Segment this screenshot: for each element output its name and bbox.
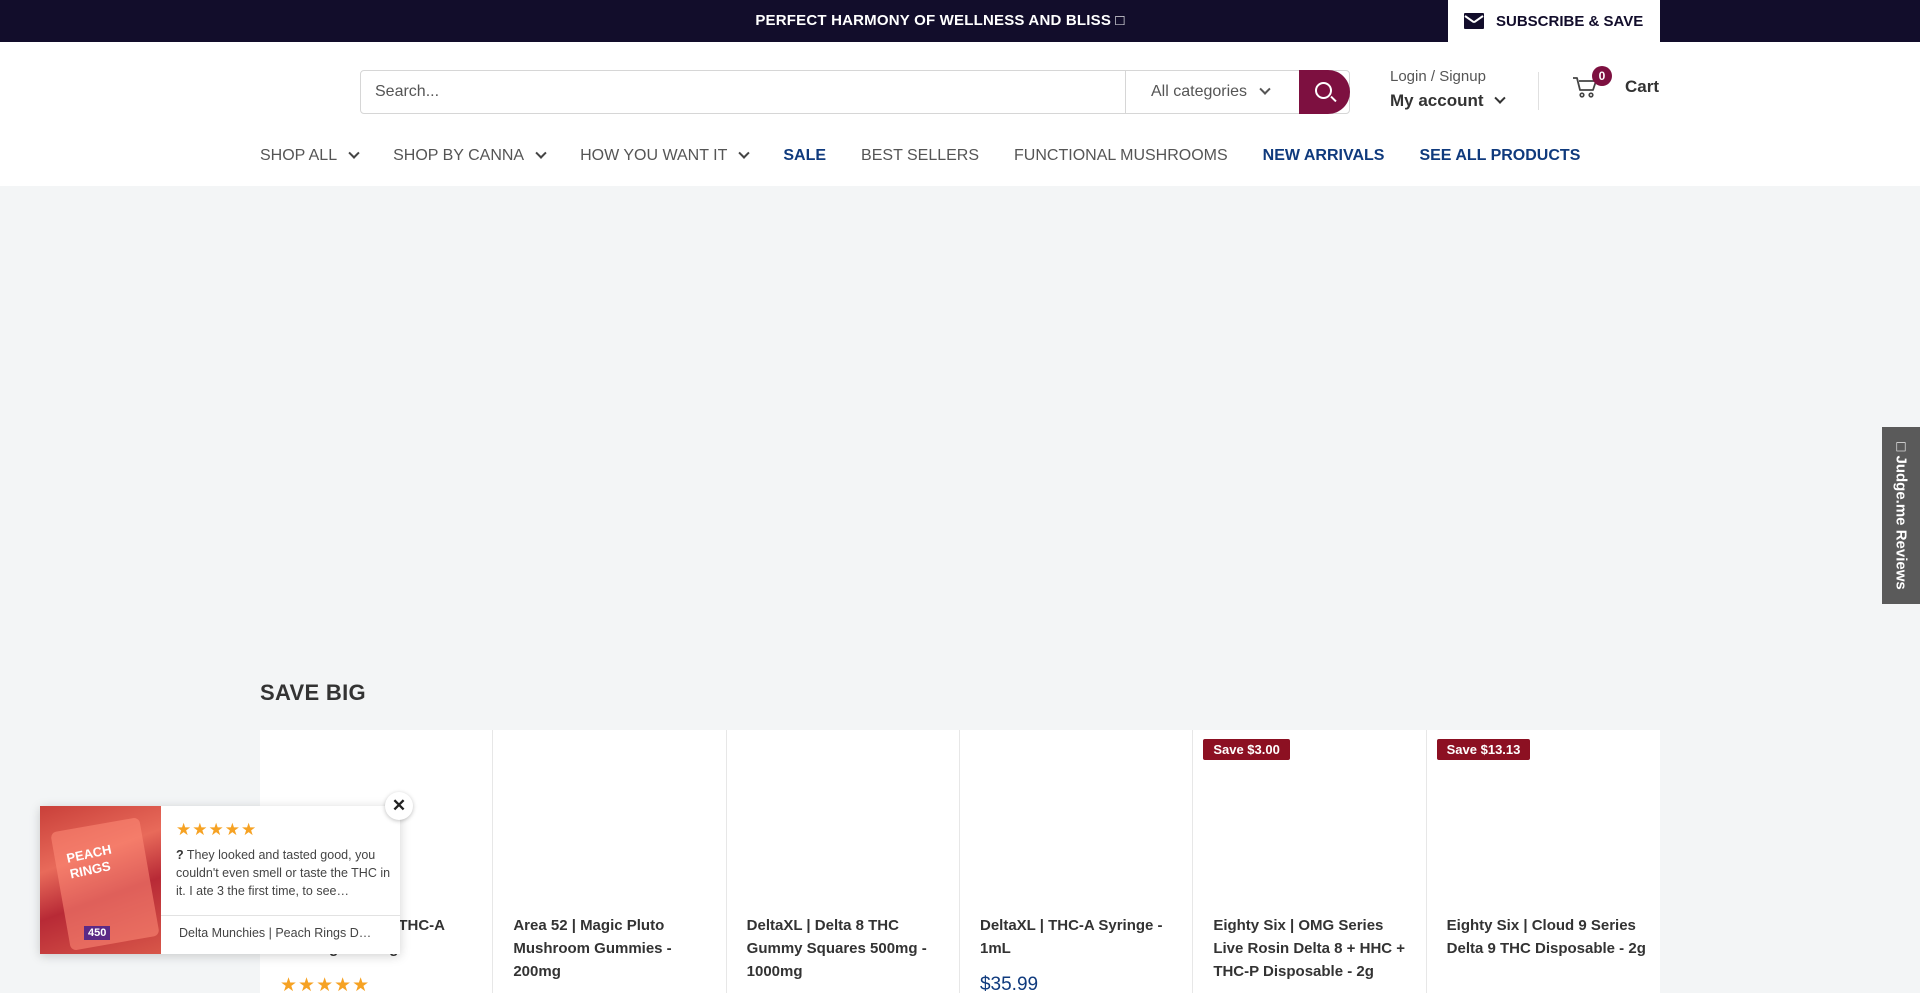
product-image-art: PEACH RINGS xyxy=(65,841,113,882)
envelope-icon xyxy=(1464,13,1484,29)
save-badge: Save $13.13 xyxy=(1436,739,1531,760)
nav-label: SEE ALL PRODUCTS xyxy=(1419,147,1581,164)
cart-label: Cart xyxy=(1625,77,1660,96)
review-product-link[interactable]: Delta Munchies | Peach Rings D… xyxy=(179,926,389,940)
chevron-down-icon xyxy=(738,147,751,159)
announcement-bar: PERFECT HARMONY OF WELLNESS AND BLISS □ … xyxy=(0,0,1920,42)
nav-label: SHOP ALL xyxy=(260,147,338,164)
nav-item-functional-mushrooms[interactable]: FUNCTIONAL MUSHROOMS xyxy=(1014,147,1228,165)
review-body: They looked and tasted good, you couldn'… xyxy=(176,848,391,898)
product-card[interactable]: DeltaXL | Delta 8 THC Gummy Squares 500m… xyxy=(727,730,960,993)
nav-item-new-arrivals[interactable]: NEW ARRIVALS xyxy=(1263,147,1385,165)
review-popup[interactable]: PEACH RINGS 450 ★★★★★ ? They looked and t… xyxy=(40,806,400,954)
chevron-down-icon xyxy=(535,147,547,159)
login-signup-link[interactable]: Login / Signup xyxy=(1390,68,1504,85)
nav-label: NEW ARRIVALS xyxy=(1262,147,1385,164)
review-product-image: PEACH RINGS 450 xyxy=(40,806,161,954)
my-account-dropdown[interactable]: My account xyxy=(1390,91,1506,111)
save-badge: Save $3.00 xyxy=(1203,739,1290,760)
review-divider xyxy=(161,915,400,916)
review-content: ★★★★★ ? They looked and tasted good, you… xyxy=(161,806,400,954)
cart-button[interactable]: 0 Cart xyxy=(1572,66,1660,98)
nav-item-how-you-want-it[interactable]: HOW YOU WANT IT xyxy=(580,147,751,165)
product-title[interactable]: DeltaXL | THC-A Syringe - 1mL xyxy=(980,914,1180,960)
chevron-down-icon xyxy=(1259,83,1271,95)
nav-item-sale[interactable]: SALE xyxy=(783,147,826,165)
account-menu: Login / Signup My account xyxy=(1390,68,1506,111)
product-price: $35.99 xyxy=(979,974,1039,993)
product-card[interactable]: DeltaXL | THC-A Syringe - 1mL $35.99 xyxy=(960,730,1194,993)
review-text: ? They looked and tasted good, you could… xyxy=(176,846,401,900)
search-input[interactable] xyxy=(361,71,1125,113)
header-divider xyxy=(1538,72,1539,110)
nav-item-shop-by-canna[interactable]: SHOP BY CANNA xyxy=(393,147,547,165)
judgeme-reviews-label: □ Judge.me Reviews xyxy=(1892,441,1910,590)
rating-stars: ★★★★★ xyxy=(280,975,371,993)
my-account-label: My account xyxy=(1390,91,1484,110)
chevron-down-icon xyxy=(348,147,360,159)
chevron-down-icon xyxy=(1493,92,1506,104)
search-button[interactable] xyxy=(1299,70,1350,114)
cart-icon: 0 xyxy=(1572,66,1612,98)
product-title[interactable]: DeltaXL | Delta 8 THC Gummy Squares 500m… xyxy=(747,914,947,983)
product-carousel: Hi Rosin Delta 8 THC-A Cartridge - 2.25g… xyxy=(260,730,1660,993)
nav-label: HOW YOU WANT IT xyxy=(580,147,728,164)
cart-count-badge: 0 xyxy=(1592,66,1612,86)
section-title: SAVE BIG xyxy=(260,680,366,705)
product-card[interactable]: Area 52 | Magic Pluto Mushroom Gummies -… xyxy=(493,730,727,993)
review-stars: ★★★★★ xyxy=(176,820,258,839)
main-nav: SHOP ALL SHOP BY CANNA HOW YOU WANT IT S… xyxy=(260,144,1615,168)
nav-label: FUNCTIONAL MUSHROOMS xyxy=(1014,147,1228,164)
nav-item-shop-all[interactable]: SHOP ALL xyxy=(260,147,360,165)
nav-label: SHOP BY CANNA xyxy=(393,147,525,164)
search-icon xyxy=(1314,82,1332,99)
product-image-art: 450 xyxy=(84,926,111,940)
judgeme-reviews-tab[interactable]: □ Judge.me Reviews xyxy=(1882,427,1920,604)
product-card[interactable]: Save $13.13 Eighty Six | Cloud 9 Series … xyxy=(1427,730,1660,993)
site-header: All categories Login / Signup My account… xyxy=(0,42,1920,186)
product-title[interactable]: Area 52 | Magic Pluto Mushroom Gummies -… xyxy=(513,914,713,983)
category-select[interactable]: All categories xyxy=(1125,71,1299,113)
close-icon[interactable]: ✕ xyxy=(385,792,413,820)
review-lead: ? xyxy=(176,848,184,862)
product-title[interactable]: Eighty Six | OMG Series Live Rosin Delta… xyxy=(1213,914,1413,983)
nav-item-best-sellers[interactable]: BEST SELLERS xyxy=(861,147,979,165)
product-card[interactable]: Save $3.00 Eighty Six | OMG Series Live … xyxy=(1193,730,1427,993)
product-title[interactable]: Eighty Six | Cloud 9 Series Delta 9 THC … xyxy=(1447,914,1647,960)
nav-label: SALE xyxy=(783,147,827,164)
subscribe-label: SUBSCRIBE & SAVE xyxy=(1496,12,1644,30)
nav-label: BEST SELLERS xyxy=(861,147,980,164)
subscribe-button[interactable]: SUBSCRIBE & SAVE xyxy=(1448,0,1660,42)
nav-item-see-all-products[interactable]: SEE ALL PRODUCTS xyxy=(1419,147,1580,165)
category-label: All categories xyxy=(1151,83,1248,100)
search-bar: All categories xyxy=(360,70,1350,114)
